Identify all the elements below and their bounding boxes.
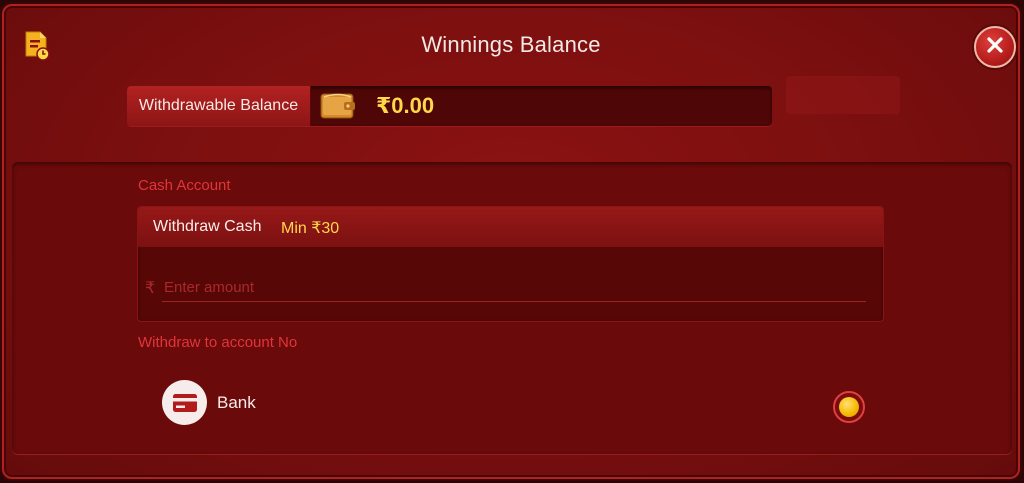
faded-action-button [786,76,900,114]
withdrawable-balance-bar: Withdrawable Balance ₹0.00 [127,86,772,126]
dialog-title: Winnings Balance [421,32,601,57]
close-button[interactable] [974,26,1016,68]
withdraw-to-account-label: Withdraw to account No [138,334,298,351]
amount-input[interactable] [162,273,866,302]
radio-selected-dot [839,397,859,417]
withdraw-cash-card: Withdraw Cash Min ₹30 ₹ [137,206,884,322]
bank-card-icon [162,380,207,425]
bank-option-label: Bank [217,393,256,412]
withdrawable-balance-label: Withdrawable Balance [127,86,311,126]
rupee-prefix: ₹ [145,280,156,297]
wallet-icon [320,91,356,121]
cash-account-label: Cash Account [138,177,231,194]
bank-option[interactable]: Bank [162,380,362,426]
bank-radio-button[interactable] [833,391,865,423]
close-icon [986,36,1004,59]
withdrawable-balance-value: ₹0.00 [376,93,435,118]
withdraw-cash-header: Withdraw Cash Min ₹30 [138,207,883,247]
withdraw-cash-title: Withdraw Cash [153,218,262,235]
minimum-amount-label: Min ₹30 [281,220,340,237]
